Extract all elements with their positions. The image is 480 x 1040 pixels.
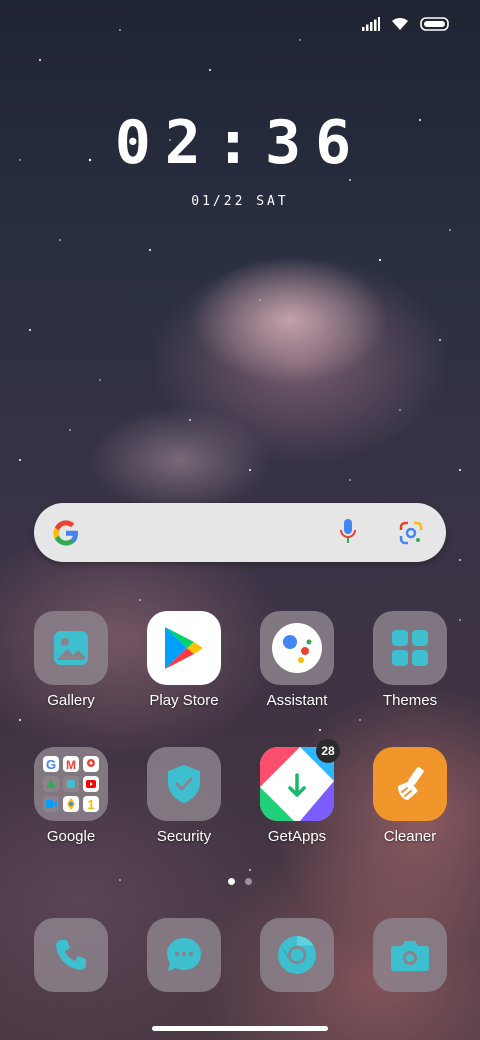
wifi-icon bbox=[392, 17, 408, 30]
chrome-icon bbox=[260, 918, 334, 992]
gallery-icon bbox=[34, 611, 108, 685]
battery-icon bbox=[420, 16, 449, 31]
app-themes[interactable]: Themes bbox=[355, 611, 465, 709]
assistant-icon bbox=[260, 611, 334, 685]
dock-camera[interactable] bbox=[355, 918, 465, 992]
clock-date: 01/22 SAT bbox=[191, 194, 289, 209]
page-dot-active[interactable] bbox=[228, 878, 235, 885]
signal-icon bbox=[362, 16, 380, 31]
dock-chrome[interactable] bbox=[242, 918, 352, 992]
app-label: Play Store bbox=[149, 692, 219, 709]
page-indicator bbox=[228, 878, 252, 885]
app-label: Security bbox=[156, 828, 212, 845]
app-gallery[interactable]: Gallery bbox=[16, 611, 126, 709]
app-label: GetApps bbox=[267, 828, 327, 845]
messages-icon bbox=[147, 918, 221, 992]
page-dot[interactable] bbox=[245, 878, 252, 885]
app-security[interactable]: Security bbox=[129, 747, 239, 845]
svg-text:M: M bbox=[66, 758, 76, 772]
google-logo-icon bbox=[53, 520, 78, 546]
cleaner-icon bbox=[373, 747, 447, 821]
phone-icon bbox=[34, 918, 108, 992]
home-screen: 02:36 01/22 SAT Gallery Play Store Assis… bbox=[0, 0, 480, 1040]
app-label: Gallery bbox=[47, 692, 95, 709]
app-assistant[interactable]: Assistant bbox=[242, 611, 352, 709]
app-label: Cleaner bbox=[383, 828, 437, 845]
dock-phone[interactable] bbox=[16, 918, 126, 992]
mic-icon[interactable] bbox=[340, 519, 356, 545]
google-folder-icon: G M 1 bbox=[34, 747, 108, 821]
security-icon bbox=[147, 747, 221, 821]
app-label: Assistant bbox=[266, 692, 328, 709]
home-indicator[interactable] bbox=[152, 1026, 328, 1031]
google-search-bar[interactable] bbox=[34, 503, 446, 562]
app-label: Google bbox=[46, 828, 96, 845]
themes-icon bbox=[373, 611, 447, 685]
getapps-icon: 28 bbox=[260, 739, 340, 821]
svg-text:G: G bbox=[46, 757, 56, 772]
dock-messages[interactable] bbox=[129, 918, 239, 992]
app-label: Themes bbox=[382, 692, 438, 709]
play-store-icon bbox=[147, 611, 221, 685]
app-getapps[interactable]: 28 GetApps bbox=[242, 739, 352, 845]
app-cleaner[interactable]: Cleaner bbox=[355, 747, 465, 845]
folder-google[interactable]: G M 1 Google bbox=[16, 747, 126, 845]
camera-icon bbox=[373, 918, 447, 992]
clock-time: 02:36 bbox=[114, 108, 366, 178]
app-play-store[interactable]: Play Store bbox=[129, 611, 239, 709]
svg-text:1: 1 bbox=[87, 797, 94, 812]
notification-badge: 28 bbox=[316, 739, 340, 763]
status-bar bbox=[362, 16, 450, 31]
lens-icon[interactable] bbox=[398, 520, 424, 546]
